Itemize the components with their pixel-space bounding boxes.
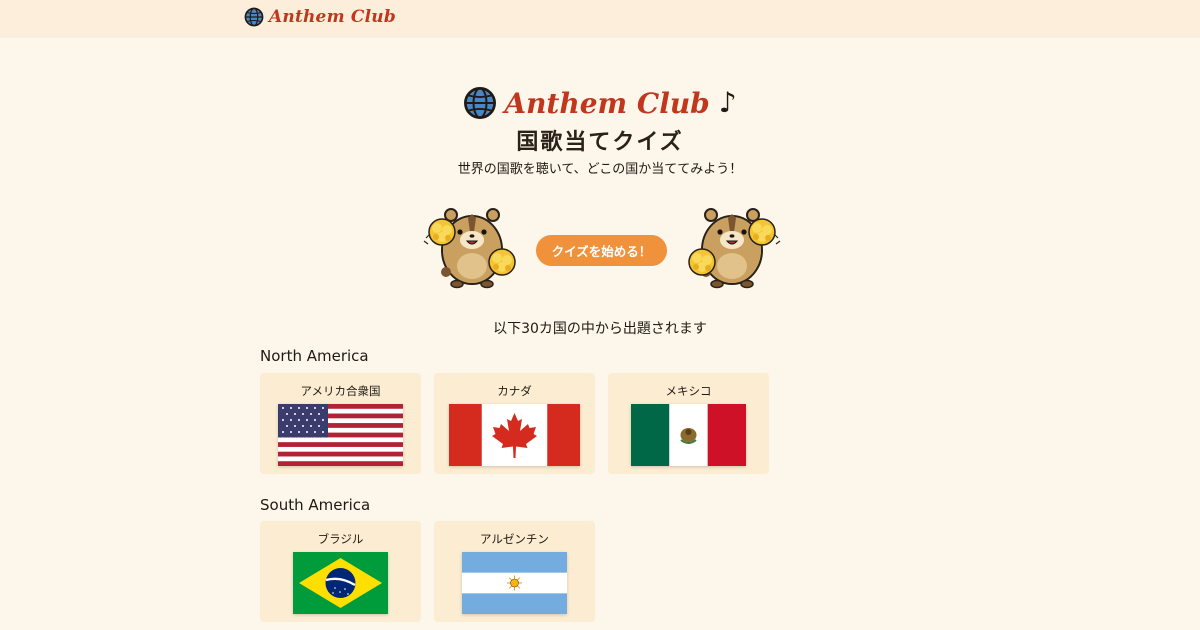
country-name: アルゼンチン	[480, 532, 549, 546]
countries-intro: 以下30カ国の中から出題されます	[493, 321, 707, 337]
page-subtitle: 国歌当てクイズ	[516, 129, 684, 155]
region-heading-south-america: South America	[260, 496, 371, 514]
start-quiz-button[interactable]: クイズを始める！	[536, 235, 667, 266]
country-name: ブラジル	[317, 532, 364, 546]
country-card-mexico[interactable]: メキシコ	[608, 373, 769, 474]
country-card-brazil[interactable]: ブラジル	[260, 521, 421, 622]
brand-name: Anthem Club	[269, 7, 396, 27]
brand-logo-link[interactable]: Anthem Club	[244, 7, 396, 27]
cheering-hamster-left	[423, 208, 516, 289]
country-card-usa[interactable]: アメリカ合衆国	[260, 373, 421, 474]
hero-title: Anthem Club ♪	[0, 86, 1200, 120]
page-tagline: 世界の国歌を聴いて、どこの国か当ててみよう！	[457, 162, 743, 177]
country-card-argentina[interactable]: アルゼンチン	[434, 521, 595, 622]
globe-icon	[464, 87, 497, 119]
country-name: カナダ	[497, 384, 532, 398]
hero-title-text: Anthem Club	[504, 86, 710, 120]
argentina-flag	[462, 552, 567, 614]
mexico-flag	[631, 404, 746, 466]
country-card-canada[interactable]: カナダ	[434, 373, 595, 474]
country-name: メキシコ	[665, 384, 712, 398]
us-flag	[278, 404, 403, 466]
brazil-flag	[293, 552, 388, 614]
music-note-icon: ♪	[718, 86, 737, 119]
region-heading-north-america: North America	[260, 347, 369, 365]
cheering-hamster-right	[688, 208, 781, 289]
globe-icon	[244, 7, 264, 27]
top-bar: Anthem Club	[0, 0, 1200, 38]
country-name: アメリカ合衆国	[300, 384, 381, 398]
canada-flag	[449, 404, 580, 466]
